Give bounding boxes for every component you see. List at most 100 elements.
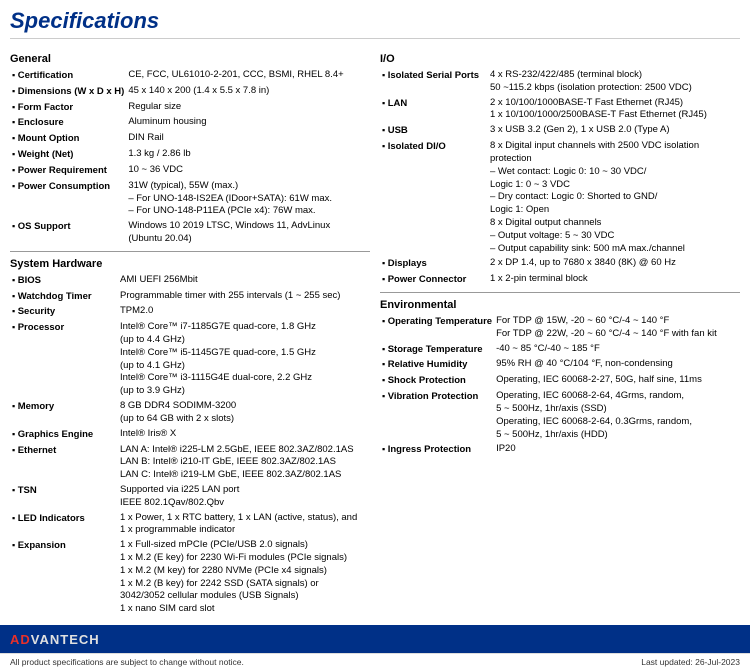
spec-label: Relative Humidity <box>380 357 494 373</box>
io-table: Isolated Serial Ports4 x RS-232/422/485 … <box>380 68 740 288</box>
logo-brand: VANTECH <box>31 632 100 647</box>
spec-label: Isolated DI/O <box>380 139 488 256</box>
spec-label: Shock Protection <box>380 373 494 389</box>
table-row: SecurityTPM2.0 <box>10 304 370 320</box>
spec-value: AMI UEFI 256Mbit <box>118 273 370 289</box>
logo-prefix: AD <box>10 632 31 647</box>
spec-label: Dimensions (W x D x H) <box>10 84 126 100</box>
table-row: LAN2 x 10/100/1000BASE-T Fast Ethernet (… <box>380 96 740 124</box>
spec-value: 8 GB DDR4 SODIMM-3200(up to 64 GB with 2… <box>118 399 370 427</box>
spec-value: Intel® Iris® X <box>118 427 370 443</box>
table-row: LED Indicators1 x Power, 1 x RTC battery… <box>10 511 370 539</box>
spec-value: 1.3 kg / 2.86 lb <box>126 147 370 163</box>
spec-value: 1 x Power, 1 x RTC battery, 1 x LAN (act… <box>118 511 370 539</box>
general-table: CertificationCE, FCC, UL61010-2-201, CCC… <box>10 68 370 247</box>
spec-label: TSN <box>10 483 118 511</box>
spec-label: Isolated Serial Ports <box>380 68 488 96</box>
left-column: General CertificationCE, FCC, UL61010-2-… <box>10 47 370 617</box>
spec-label: LED Indicators <box>10 511 118 539</box>
spec-value: Supported via i225 LAN portIEEE 802.1Qav… <box>118 483 370 511</box>
table-row: Shock ProtectionOperating, IEC 60068-2-2… <box>380 373 740 389</box>
table-row: Relative Humidity95% RH @ 40 °C/104 °F, … <box>380 357 740 373</box>
spec-label: Storage Temperature <box>380 342 494 358</box>
table-row: EnclosureAluminum housing <box>10 115 370 131</box>
spec-value: For TDP @ 15W, -20 ~ 60 °C/-4 ~ 140 °FFo… <box>494 314 740 342</box>
footer-note: All product specifications are subject t… <box>0 653 750 670</box>
table-row: USB3 x USB 3.2 (Gen 2), 1 x USB 2.0 (Typ… <box>380 123 740 139</box>
table-row: Displays2 x DP 1.4, up to 7680 x 3840 (8… <box>380 256 740 272</box>
spec-label: Certification <box>10 68 126 84</box>
spec-label: Graphics Engine <box>10 427 118 443</box>
spec-value: 3 x USB 3.2 (Gen 2), 1 x USB 2.0 (Type A… <box>488 123 740 139</box>
spec-label: Form Factor <box>10 100 126 116</box>
footer-logo: ADVANTECH <box>10 632 100 647</box>
spec-label: Ethernet <box>10 443 118 483</box>
right-column: I/O Isolated Serial Ports4 x RS-232/422/… <box>380 47 740 617</box>
table-row: EthernetLAN A: Intel® i225-LM 2.5GbE, IE… <box>10 443 370 483</box>
general-heading: General <box>10 53 370 65</box>
table-row: Ingress ProtectionIP20 <box>380 442 740 458</box>
system-heading: System Hardware <box>10 258 370 270</box>
spec-value: 2 x 10/100/1000BASE-T Fast Ethernet (RJ4… <box>488 96 740 124</box>
table-row: Expansion1 x Full-sized mPCIe (PCIe/USB … <box>10 538 370 617</box>
spec-value: 1 x 2-pin terminal block <box>488 272 740 288</box>
table-row: CertificationCE, FCC, UL61010-2-201, CCC… <box>10 68 370 84</box>
table-row: OS SupportWindows 10 2019 LTSC, Windows … <box>10 219 370 247</box>
spec-label: USB <box>380 123 488 139</box>
spec-value: DIN Rail <box>126 131 370 147</box>
table-row: Watchdog TimerProgrammable timer with 25… <box>10 289 370 305</box>
table-row: Graphics EngineIntel® Iris® X <box>10 427 370 443</box>
spec-value: Operating, IEC 60068-2-64, 4Grms, random… <box>494 389 740 442</box>
spec-value: LAN A: Intel® i225-LM 2.5GbE, IEEE 802.3… <box>118 443 370 483</box>
footer-note-right: Last updated: 26-Jul-2023 <box>641 657 740 667</box>
spec-label: Operating Temperature <box>380 314 494 342</box>
table-row: Dimensions (W x D x H)45 x 140 x 200 (1.… <box>10 84 370 100</box>
spec-label: Processor <box>10 320 118 399</box>
spec-label: Memory <box>10 399 118 427</box>
spec-label: Expansion <box>10 538 118 617</box>
table-row: Power Connector1 x 2-pin terminal block <box>380 272 740 288</box>
spec-label: Enclosure <box>10 115 126 131</box>
spec-value: Aluminum housing <box>126 115 370 131</box>
spec-value: 4 x RS-232/422/485 (terminal block)50 ~1… <box>488 68 740 96</box>
table-row: Vibration ProtectionOperating, IEC 60068… <box>380 389 740 442</box>
spec-label: OS Support <box>10 219 126 247</box>
spec-value: Intel® Core™ i7-1185G7E quad-core, 1.8 G… <box>118 320 370 399</box>
footer: ADVANTECH <box>0 625 750 653</box>
spec-label: LAN <box>380 96 488 124</box>
table-row: Mount OptionDIN Rail <box>10 131 370 147</box>
table-row: Memory8 GB DDR4 SODIMM-3200(up to 64 GB … <box>10 399 370 427</box>
spec-label: Displays <box>380 256 488 272</box>
io-heading: I/O <box>380 53 740 65</box>
spec-value: 2 x DP 1.4, up to 7680 x 3840 (8K) @ 60 … <box>488 256 740 272</box>
spec-label: Watchdog Timer <box>10 289 118 305</box>
spec-label: Weight (Net) <box>10 147 126 163</box>
system-table: BIOSAMI UEFI 256MbitWatchdog TimerProgra… <box>10 273 370 617</box>
spec-value: 10 ~ 36 VDC <box>126 163 370 179</box>
spec-label: Security <box>10 304 118 320</box>
spec-label: Mount Option <box>10 131 126 147</box>
table-row: Weight (Net)1.3 kg / 2.86 lb <box>10 147 370 163</box>
page-title: Specifications <box>10 8 740 39</box>
spec-value: -40 ~ 85 °C/-40 ~ 185 °F <box>494 342 740 358</box>
spec-value: 31W (typical), 55W (max.)– For UNO-148-I… <box>126 179 370 219</box>
spec-value: CE, FCC, UL61010-2-201, CCC, BSMI, RHEL … <box>126 68 370 84</box>
table-row: Storage Temperature-40 ~ 85 °C/-40 ~ 185… <box>380 342 740 358</box>
environmental-heading: Environmental <box>380 299 740 311</box>
columns: General CertificationCE, FCC, UL61010-2-… <box>10 47 740 617</box>
table-row: TSNSupported via i225 LAN portIEEE 802.1… <box>10 483 370 511</box>
spec-value: TPM2.0 <box>118 304 370 320</box>
spec-value: 95% RH @ 40 °C/104 °F, non-condensing <box>494 357 740 373</box>
spec-value: 8 x Digital input channels with 2500 VDC… <box>488 139 740 256</box>
spec-label: Power Consumption <box>10 179 126 219</box>
table-row: Power Consumption31W (typical), 55W (max… <box>10 179 370 219</box>
table-row: Operating TemperatureFor TDP @ 15W, -20 … <box>380 314 740 342</box>
spec-value: 45 x 140 x 200 (1.4 x 5.5 x 7.8 in) <box>126 84 370 100</box>
spec-value: Windows 10 2019 LTSC, Windows 11, AdvLin… <box>126 219 370 247</box>
spec-label: Vibration Protection <box>380 389 494 442</box>
spec-value: Operating, IEC 60068-2-27, 50G, half sin… <box>494 373 740 389</box>
spec-value: IP20 <box>494 442 740 458</box>
spec-value: Programmable timer with 255 intervals (1… <box>118 289 370 305</box>
footer-note-left: All product specifications are subject t… <box>10 657 244 667</box>
table-row: Power Requirement10 ~ 36 VDC <box>10 163 370 179</box>
